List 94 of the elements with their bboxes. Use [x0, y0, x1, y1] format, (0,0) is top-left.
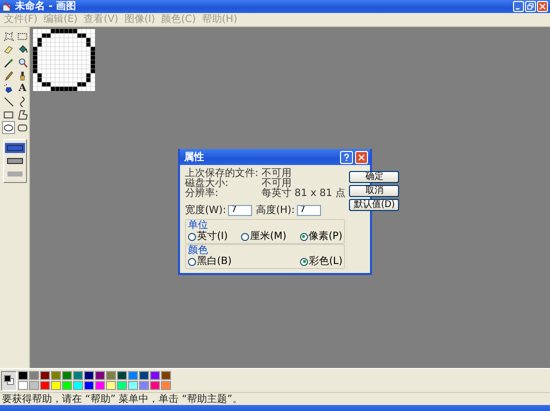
close-button[interactable]: [537, 1, 548, 12]
minimize-button[interactable]: [513, 1, 524, 12]
ellipse-icon: [3, 122, 14, 133]
color-swatch[interactable]: [40, 371, 50, 380]
color-swatch[interactable]: [18, 381, 28, 390]
color-swatch[interactable]: [106, 371, 116, 380]
color-swatch[interactable]: [161, 381, 171, 390]
pencil-icon: [3, 70, 14, 81]
close-icon: [358, 154, 365, 160]
radio-button[interactable]: [240, 232, 249, 240]
color-swatch[interactable]: [139, 371, 149, 380]
color-swatch[interactable]: [84, 371, 94, 380]
color-swatch[interactable]: [117, 371, 127, 380]
eyedropper-icon: [3, 57, 14, 68]
filled-outline-rect-icon: [7, 158, 23, 164]
input-field[interactable]: 7: [228, 204, 252, 216]
dialog-button[interactable]: 默认值(D): [349, 199, 400, 211]
group-title: 单位: [188, 220, 208, 231]
paint-bucket-icon: [17, 44, 28, 55]
help-button[interactable]: [340, 150, 353, 164]
info-label: 上次保存的文件:: [185, 169, 258, 179]
radio-button[interactable]: [188, 258, 196, 266]
tool-button[interactable]: [2, 30, 15, 43]
color-swatch[interactable]: [150, 381, 160, 390]
polygon-icon: [17, 109, 28, 120]
outline-rect-icon: [7, 145, 23, 151]
color-swatch[interactable]: [84, 381, 94, 390]
magnifier-icon: [17, 57, 28, 68]
color-swatch[interactable]: [40, 381, 50, 390]
radio-button[interactable]: [300, 232, 308, 240]
window-title: 未命名 - 画图: [15, 0, 76, 12]
rounded-rectangle-icon: [17, 122, 28, 133]
radio-label: 黑白(B): [197, 256, 232, 267]
dialog-button[interactable]: 确定: [349, 171, 400, 183]
restore-button[interactable]: [525, 1, 536, 12]
fill-style-option[interactable]: [5, 156, 25, 166]
info-value: 不可用: [261, 169, 292, 179]
color-swatch[interactable]: [51, 371, 61, 380]
info-value: 不可用: [261, 179, 292, 189]
color-swatch[interactable]: [29, 371, 39, 380]
tool-button[interactable]: [16, 56, 29, 69]
color-swatch[interactable]: [106, 381, 116, 390]
tool-button[interactable]: [2, 69, 15, 82]
color-swatch[interactable]: [73, 371, 83, 380]
radio-label: 厘米(M): [250, 231, 286, 242]
radio-button[interactable]: [300, 258, 308, 266]
info-label: 磁盘大小:: [185, 179, 230, 189]
color-swatch[interactable]: [18, 371, 28, 380]
eraser-icon: [3, 44, 14, 55]
tool-button[interactable]: [2, 95, 15, 108]
rectangle-icon: [3, 109, 14, 120]
color-swatch[interactable]: [150, 371, 160, 380]
color-swatch[interactable]: [117, 381, 127, 390]
dialog-button[interactable]: 取消: [349, 185, 400, 197]
line-icon: [3, 96, 14, 107]
color-swatch[interactable]: [128, 371, 138, 380]
close-button[interactable]: [355, 150, 368, 164]
star-select-icon: [3, 31, 14, 42]
color-swatch[interactable]: [161, 371, 171, 380]
brush-icon: [17, 70, 28, 81]
question-mark-icon: [342, 152, 351, 162]
radio-label: 彩色(L): [309, 256, 342, 267]
color-swatch[interactable]: [62, 371, 72, 380]
pixel-circle-drawing: [33, 29, 95, 91]
info-label: 分辨率:: [185, 189, 220, 199]
group-title: 颜色: [188, 245, 209, 256]
tool-button[interactable]: [16, 30, 29, 43]
input-field[interactable]: 7: [296, 204, 321, 216]
tool-button[interactable]: [16, 108, 29, 121]
field-label: 宽度(W):: [185, 204, 226, 217]
restore-icon: [527, 3, 534, 10]
rect-select-icon: [17, 31, 28, 42]
radio-label: 英寸(I): [197, 231, 228, 242]
color-swatch[interactable]: [62, 381, 72, 390]
field-label: 高度(H):: [256, 204, 295, 217]
radio-button[interactable]: [188, 232, 196, 240]
tool-button[interactable]: A: [16, 82, 29, 95]
color-swatch[interactable]: [128, 381, 138, 390]
paint-app-icon: [2, 2, 12, 12]
status-text: 要获得帮助，请在 “帮助” 菜单中，单击 “帮助主题”。: [2, 394, 242, 404]
color-swatch[interactable]: [29, 381, 39, 390]
filled-rect-icon: [7, 171, 23, 177]
dialog-title: 属性: [184, 150, 204, 164]
color-swatch[interactable]: [73, 381, 83, 390]
color-swatch[interactable]: [95, 371, 105, 380]
close-icon: [539, 3, 546, 10]
color-swatch[interactable]: [95, 381, 105, 390]
info-value: 每英寸 81 x 81 点: [261, 189, 346, 199]
tool-button[interactable]: [2, 121, 15, 134]
radio-label: 像素(P): [308, 231, 342, 242]
spray-can-icon: [3, 83, 14, 94]
tool-button[interactable]: [2, 56, 15, 69]
color-swatch[interactable]: [51, 381, 61, 390]
color-swatch[interactable]: [139, 381, 149, 390]
